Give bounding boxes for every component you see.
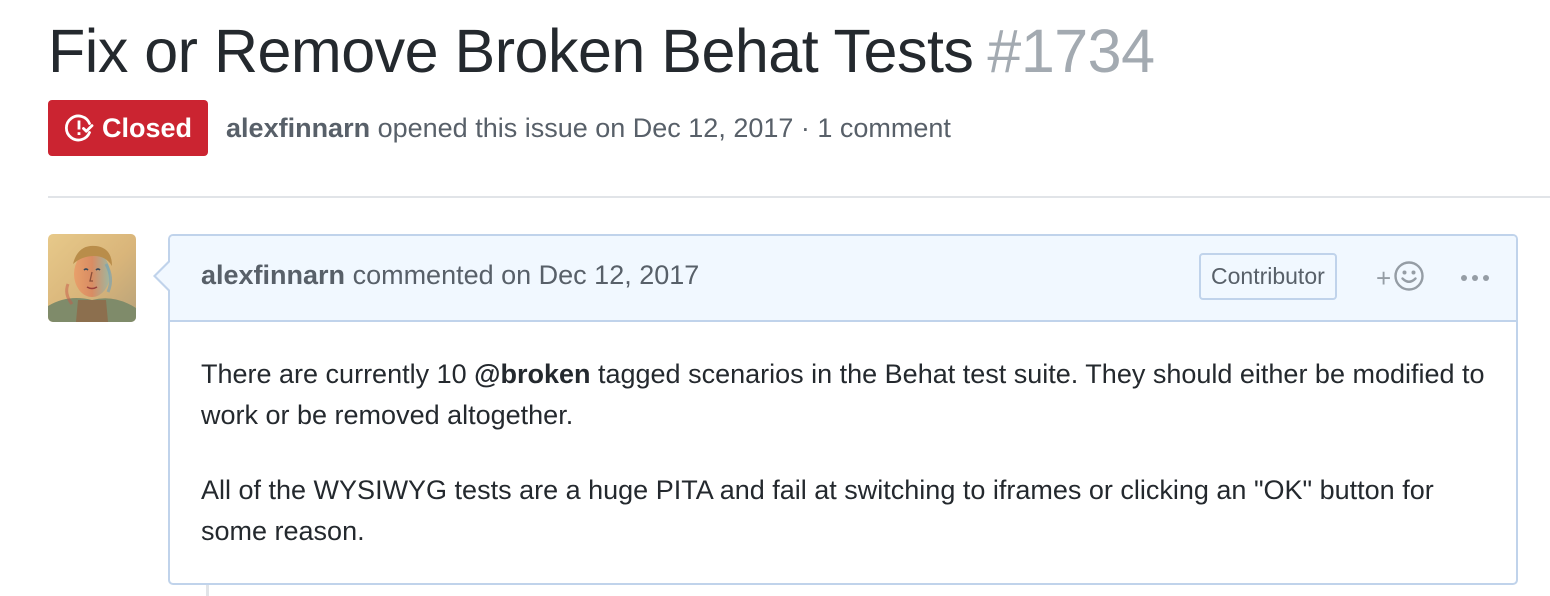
issue-number: #1734: [987, 17, 1155, 85]
state-badge: Closed: [48, 100, 209, 156]
issue-meta-text: alexfinnarn opened this issue on Dec 12,…: [226, 113, 951, 144]
comment-paragraph-2: All of the WYSIWYG tests are a huge PITA…: [201, 475, 1434, 546]
issue-author-link[interactable]: alexfinnarn: [226, 113, 370, 143]
kebab-horizontal-icon: [1460, 269, 1490, 287]
issue-meta: Closed alexfinnarn opened this issue on …: [48, 100, 951, 156]
header-divider: [48, 196, 1550, 198]
issue-title: Fix or Remove Broken Behat Tests: [48, 17, 974, 85]
issue-closed-icon: [64, 113, 94, 143]
issue-title-row: Fix or Remove Broken Behat Tests #1734: [48, 14, 1155, 88]
comment-date-link[interactable]: commented on Dec 12, 2017: [353, 260, 700, 290]
issue-opened-text: opened this issue on Dec 12, 2017 · 1 co…: [377, 112, 951, 143]
smiley-icon: [1393, 260, 1425, 297]
add-reaction-button[interactable]: +: [1376, 260, 1425, 296]
comment-paragraph-1: There are currently 10 @broken tagged sc…: [201, 359, 1485, 430]
avatar[interactable]: [48, 234, 136, 322]
comment-body: There are currently 10 @broken tagged sc…: [201, 354, 1491, 586]
mention-broken: @broken: [474, 359, 591, 389]
state-label: Closed: [102, 112, 193, 143]
comment-header-text: alexfinnarn commented on Dec 12, 2017: [201, 260, 699, 291]
issue-page: Fix or Remove Broken Behat Tests #1734 Cl…: [0, 0, 1550, 596]
plus-label: +: [1376, 263, 1392, 293]
contributor-badge: Contributor: [1199, 253, 1337, 300]
comment-author-link[interactable]: alexfinnarn: [201, 260, 345, 290]
comment-options-button[interactable]: [1458, 260, 1492, 296]
comment: alexfinnarn commented on Dec 12, 2017 Co…: [153, 234, 1518, 586]
comment-header: alexfinnarn commented on Dec 12, 2017 Co…: [170, 236, 1516, 322]
